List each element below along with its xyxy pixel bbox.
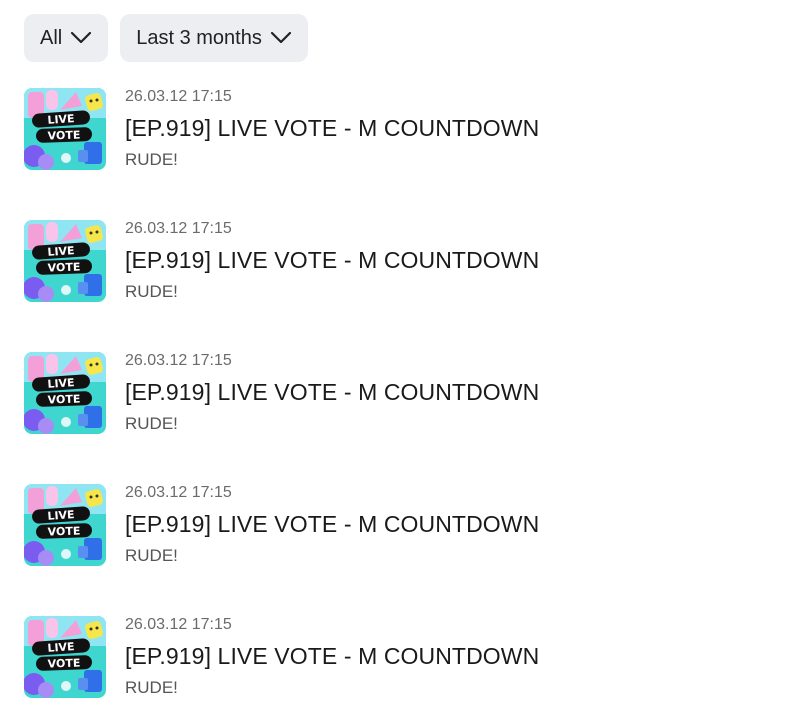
item-title: [EP.919] LIVE VOTE - M COUNTDOWN (125, 511, 540, 537)
svg-text:LIVE: LIVE (47, 112, 75, 127)
svg-text:LIVE: LIVE (47, 640, 75, 655)
list-item[interactable]: LIVE VOTE 26.03.12 17:15 [EP.919] LIVE VO… (24, 614, 784, 715)
chevron-down-icon (270, 31, 292, 45)
type-filter-dropdown[interactable]: All (24, 14, 109, 62)
svg-text:LIVE: LIVE (47, 244, 75, 259)
item-date: 26.03.12 17:15 (125, 616, 232, 633)
vote-history-list: LIVE VOTE 26.03.12 17:15 [EP.919] LIVE VO… (24, 86, 784, 715)
item-title: [EP.919] LIVE VOTE - M COUNTDOWN (125, 247, 540, 273)
date-range-dropdown[interactable]: Last 3 months (120, 14, 308, 62)
list-item[interactable]: LIVE VOTE 26.03.12 17:15 [EP.919] LIVE VO… (24, 350, 784, 482)
type-filter-label: All (40, 26, 63, 49)
item-subtitle: RUDE! (125, 546, 178, 565)
list-item[interactable]: LIVE VOTE 26.03.12 17:15 [EP.919] LIVE VO… (24, 482, 784, 614)
live-vote-thumbnail: LIVE VOTE (24, 484, 106, 566)
item-subtitle: RUDE! (125, 150, 178, 169)
item-date: 26.03.12 17:15 (125, 484, 232, 501)
item-date: 26.03.12 17:15 (125, 352, 232, 369)
svg-text:VOTE: VOTE (47, 260, 80, 274)
item-title: [EP.919] LIVE VOTE - M COUNTDOWN (125, 643, 540, 669)
item-date: 26.03.12 17:15 (125, 220, 232, 237)
list-item[interactable]: LIVE VOTE 26.03.12 17:15 [EP.919] LIVE VO… (24, 218, 784, 350)
svg-text:LIVE: LIVE (47, 376, 75, 391)
page: All Last 3 months LIVE VOTE 26.03.12 17:1… (0, 0, 805, 715)
item-subtitle: RUDE! (125, 282, 178, 301)
item-subtitle: RUDE! (125, 678, 178, 697)
svg-text:LIVE: LIVE (47, 508, 75, 523)
item-subtitle: RUDE! (125, 414, 178, 433)
item-title: [EP.919] LIVE VOTE - M COUNTDOWN (125, 115, 540, 141)
svg-text:VOTE: VOTE (47, 392, 80, 406)
chevron-down-icon (70, 31, 92, 45)
svg-text:VOTE: VOTE (47, 128, 80, 142)
list-item[interactable]: LIVE VOTE 26.03.12 17:15 [EP.919] LIVE VO… (24, 86, 784, 218)
live-vote-thumbnail: LIVE VOTE (24, 352, 106, 434)
live-vote-thumbnail: LIVE VOTE (24, 616, 106, 698)
filter-bar: All Last 3 months (24, 14, 308, 62)
item-title: [EP.919] LIVE VOTE - M COUNTDOWN (125, 379, 540, 405)
date-range-label: Last 3 months (136, 26, 262, 49)
live-vote-thumbnail: LIVE VOTE (24, 88, 106, 170)
item-date: 26.03.12 17:15 (125, 88, 232, 105)
svg-text:VOTE: VOTE (47, 524, 80, 538)
svg-text:VOTE: VOTE (47, 656, 80, 670)
live-vote-thumbnail: LIVE VOTE (24, 220, 106, 302)
